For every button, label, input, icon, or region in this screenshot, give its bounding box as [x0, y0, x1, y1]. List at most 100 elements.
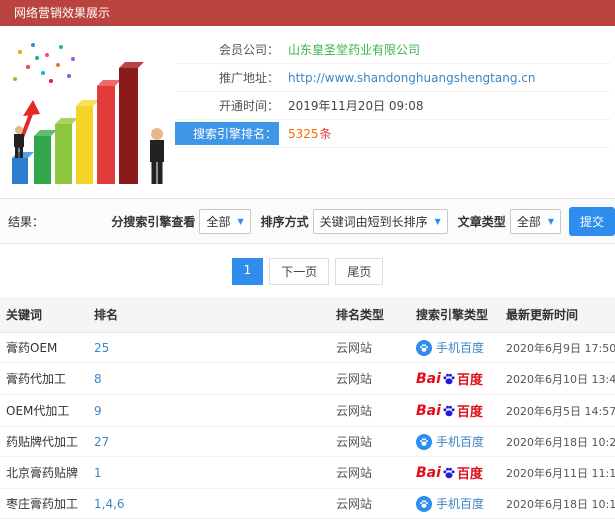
baidu-label: 百度	[456, 405, 483, 420]
submit-button[interactable]: 提交	[568, 206, 615, 236]
page-1-button[interactable]: 1	[231, 258, 264, 285]
baidu-wordmark: Bai	[416, 464, 441, 481]
table-row: 枣庄膏药加工 1,4,6 云网站 手机百度 2020年6月18日 10:19	[0, 488, 615, 519]
article-type-selected: 全部	[516, 214, 541, 229]
growth-chart-illustration	[0, 34, 175, 190]
page-title: 网络营销效果展示	[14, 6, 111, 20]
updated-cell: 2020年6月10日 13:40	[500, 362, 615, 395]
member-company-link[interactable]: 山东皇圣堂药业有限公司	[288, 41, 420, 58]
engine-cell: Bai 百度	[410, 456, 500, 489]
rank-link[interactable]: 8	[94, 372, 102, 386]
header-engine-type: 搜索引擎类型	[410, 297, 500, 333]
rank-count-value: 5325	[288, 126, 319, 141]
rank-type-cell: 云网站	[330, 456, 410, 489]
growth-chart-graphic	[11, 43, 164, 184]
promo-url-label: 推广地址：	[218, 71, 279, 85]
header-rank: 排名	[88, 297, 330, 333]
header-rank-type: 排名类型	[330, 297, 410, 333]
keyword-cell: 药贴牌代加工	[0, 426, 88, 457]
table-row: 北京膏药贴牌 1 云网站 Bai 百度 2020年6月11日 11:18	[0, 456, 615, 489]
engine-cell: Bai 百度	[410, 362, 500, 395]
mobile-baidu-badge[interactable]: 手机百度	[416, 495, 484, 512]
mobile-baidu-icon	[416, 495, 432, 512]
rank-link[interactable]: 27	[94, 435, 109, 449]
rank-type-cell: 云网站	[330, 394, 410, 427]
rank-link[interactable]: 1	[94, 466, 102, 480]
updated-cell: 2020年6月9日 17:50	[500, 332, 615, 363]
baidu-paw-icon	[443, 373, 455, 384]
rank-link[interactable]: 25	[94, 341, 109, 355]
rank-link[interactable]: 9	[94, 404, 102, 418]
mobile-baidu-icon	[416, 433, 432, 450]
mobile-baidu-badge[interactable]: 手机百度	[416, 339, 484, 356]
updated-cell: 2020年6月18日 10:25	[500, 426, 615, 457]
engine-view-selected: 全部	[206, 214, 231, 229]
results-table: 关键词 排名 排名类型 搜索引擎类型 最新更新时间 膏药OEM 25 云网站 手…	[0, 297, 615, 520]
baidu-paw-icon	[443, 405, 455, 416]
keyword-cell: OEM代加工	[0, 394, 88, 427]
pagination: 1 下一页 尾页	[0, 244, 615, 297]
open-time-value: 2019年11月20日 09:08	[288, 99, 424, 113]
keyword-cell: 枣庄膏药加工	[0, 488, 88, 519]
confetti-dots	[12, 43, 75, 83]
baidu-wordmark: Bai	[416, 370, 441, 387]
open-time-label: 开通时间：	[218, 99, 279, 113]
promo-url-link[interactable]: http://www.shandonghuangshengtang.cn	[288, 71, 535, 85]
chevron-down-icon: ▼	[237, 216, 244, 226]
baidu-logo[interactable]: Bai 百度	[416, 463, 483, 483]
engine-cell: 手机百度	[410, 426, 500, 457]
sort-selected: 关键词由短到长排序	[319, 214, 428, 229]
results-table-body: 膏药OEM 25 云网站 手机百度 2020年6月9日 17:50 膏药代加工 …	[0, 332, 615, 520]
header-updated: 最新更新时间	[500, 297, 615, 333]
mobile-baidu-label: 手机百度	[436, 497, 485, 511]
mobile-baidu-label: 手机百度	[436, 435, 485, 449]
engine-view-select[interactable]: 全部 ▼	[199, 208, 251, 234]
mobile-baidu-icon	[416, 339, 432, 356]
table-row: 膏药OEM 25 云网站 手机百度 2020年6月9日 17:50	[0, 332, 615, 363]
filter-bar: 结果： 分搜索引擎查看 全部 ▼ 排序方式 关键词由短到长排序 ▼ 文章类型 全…	[0, 198, 615, 244]
open-time-row: 开通时间： 2019年11月20日 09:08	[175, 92, 611, 120]
article-type-select[interactable]: 全部 ▼	[509, 208, 561, 234]
member-info: 会员公司： 山东皇圣堂药业有限公司 推广地址： http://www.shand…	[175, 34, 615, 190]
next-page-button[interactable]: 下一页	[269, 258, 330, 285]
engine-cell: 手机百度	[410, 332, 500, 363]
baidu-logo[interactable]: Bai 百度	[416, 401, 483, 421]
rank-type-cell: 云网站	[330, 362, 410, 395]
baidu-label: 百度	[456, 373, 483, 388]
promo-url-row: 推广地址： http://www.shandonghuangshengtang.…	[175, 64, 611, 92]
baidu-paw-icon	[443, 467, 455, 478]
engine-cell: 手机百度	[410, 488, 500, 519]
rank-count-label: 搜索引擎排名：	[175, 122, 279, 145]
mobile-baidu-label: 手机百度	[436, 341, 485, 355]
rank-type-cell: 云网站	[330, 488, 410, 519]
title-bar: 网络营销效果展示	[0, 0, 615, 26]
baidu-label: 百度	[456, 467, 483, 482]
mobile-baidu-badge[interactable]: 手机百度	[416, 433, 484, 450]
rank-type-cell: 云网站	[330, 332, 410, 363]
updated-cell: 2020年6月11日 11:18	[500, 456, 615, 489]
businessman-right	[149, 128, 164, 184]
table-row: OEM代加工 9 云网站 Bai 百度 2020年6月5日 14:57	[0, 394, 615, 427]
rank-link[interactable]: 1,4,6	[94, 497, 125, 511]
rank-count-row: 搜索引擎排名： 5325 条	[175, 120, 611, 148]
updated-cell: 2020年6月5日 14:57	[500, 394, 615, 427]
sort-select[interactable]: 关键词由短到长排序 ▼	[312, 208, 448, 234]
engine-view-label: 分搜索引擎查看	[111, 214, 196, 229]
table-header-row: 关键词 排名 排名类型 搜索引擎类型 最新更新时间	[0, 297, 615, 333]
chevron-down-icon: ▼	[547, 216, 554, 226]
baidu-wordmark: Bai	[416, 402, 441, 419]
header-keyword: 关键词	[0, 297, 88, 333]
engine-cell: Bai 百度	[410, 394, 500, 427]
rank-count-unit: 条	[319, 127, 332, 141]
last-page-button[interactable]: 尾页	[335, 258, 384, 285]
baidu-logo[interactable]: Bai 百度	[416, 369, 483, 389]
bars	[11, 62, 144, 184]
updated-cell: 2020年6月18日 10:19	[500, 488, 615, 519]
keyword-cell: 北京膏药贴牌	[0, 456, 88, 489]
rank-type-cell: 云网站	[330, 426, 410, 457]
chevron-down-icon: ▼	[434, 216, 441, 226]
member-company-row: 会员公司： 山东皇圣堂药业有限公司	[175, 36, 611, 64]
member-company-label: 会员公司：	[218, 43, 279, 57]
table-row: 膏药代加工 8 云网站 Bai 百度 2020年6月10日 13:40	[0, 362, 615, 395]
keyword-cell: 膏药代加工	[0, 362, 88, 395]
